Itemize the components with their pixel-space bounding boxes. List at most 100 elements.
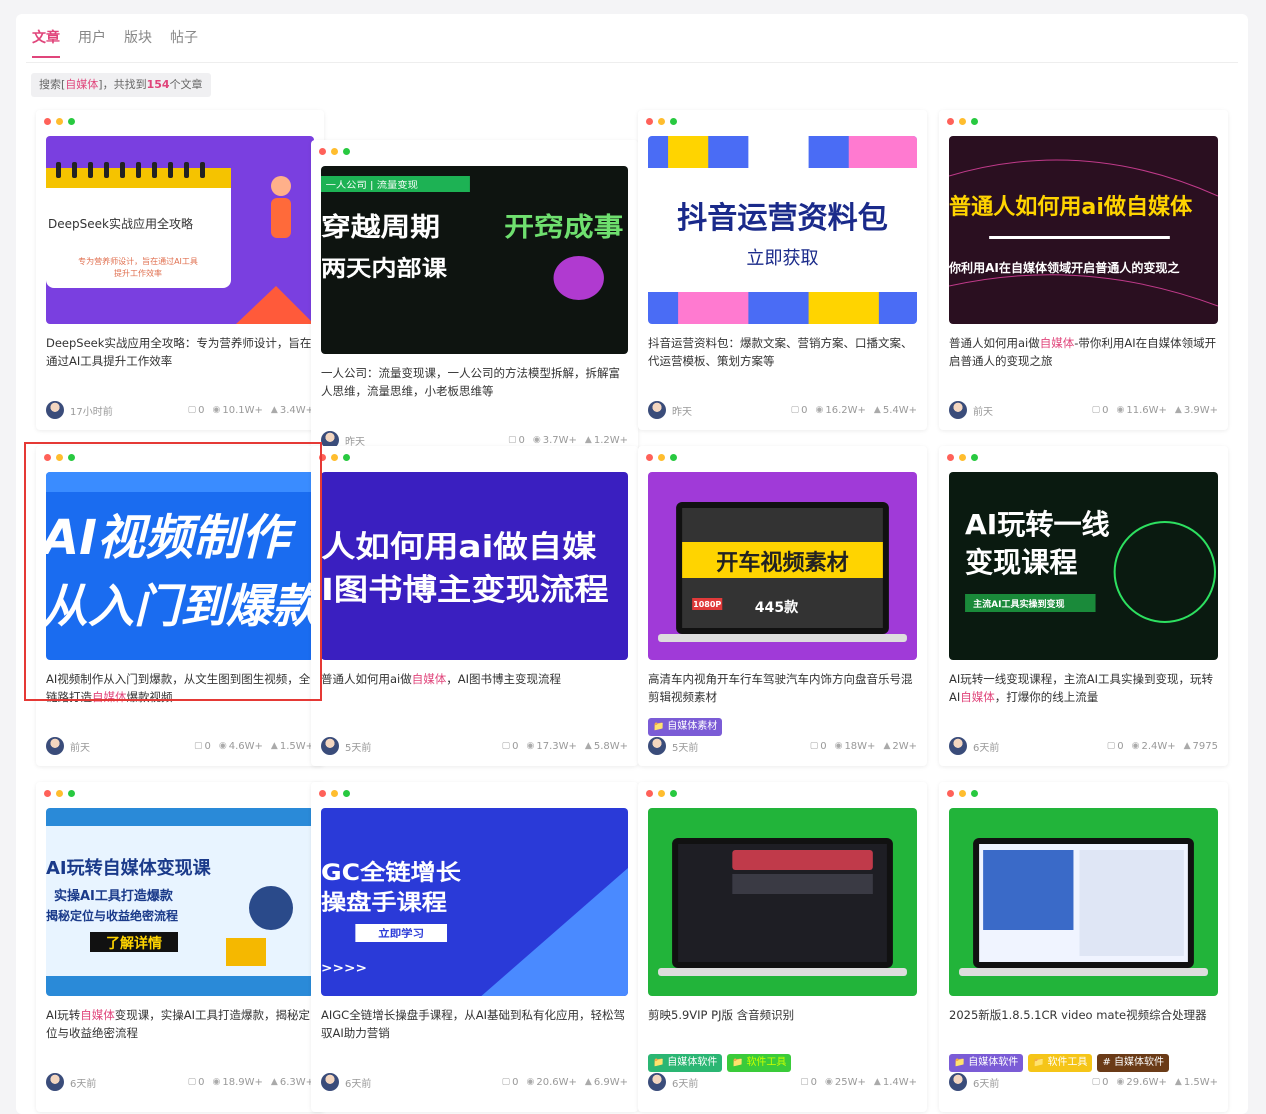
avatar[interactable] bbox=[648, 1073, 666, 1091]
view-count: ◉ 18W+ bbox=[834, 740, 876, 752]
thumb-up-icon: ▲ bbox=[270, 405, 278, 415]
article-card[interactable]: 人如何用ai做自媒 I图书博主变现流程 普通人如何用ai做自媒体，AI图书博主变现… bbox=[311, 446, 638, 766]
svg-text:一人公司 | 流量变现: 一人公司 | 流量变现 bbox=[326, 180, 419, 191]
stats: ▢ 0 ◉ 10.1W+ ▲ 3.4W+ bbox=[188, 405, 314, 416]
folder-icon: 📁 bbox=[954, 1058, 966, 1068]
avatar[interactable] bbox=[949, 1073, 967, 1091]
avatar[interactable] bbox=[648, 737, 666, 755]
article-title[interactable]: AI玩转一线变现课程，主流AI工具实操到变现，玩转AI自媒体，打爆你的线上流量 bbox=[949, 670, 1218, 706]
article-card[interactable]: AI玩转一线 变现课程 主流AI工具实操到变现 AI玩转一线变现课程，主流AI工具实… bbox=[939, 446, 1228, 766]
article-card[interactable]: 2025新版1.8.5.1CR video mate视频综合处理器 📁 自媒体软件… bbox=[939, 782, 1228, 1112]
category-tag[interactable]: 📁 自媒体软件 bbox=[949, 1054, 1024, 1072]
dot-red bbox=[947, 454, 954, 461]
stats: ▢ 0 ◉ 25W+ ▲ 1.4W+ bbox=[800, 1077, 917, 1088]
dot-green bbox=[670, 118, 677, 125]
dot-green bbox=[343, 148, 350, 155]
stats: ▢ 0 ◉ 11.6W+ ▲ 3.9W+ bbox=[1092, 405, 1218, 416]
like-count: ▲ 6.9W+ bbox=[584, 1076, 628, 1088]
article-title[interactable]: 抖音运营资料包：爆款文案、营销方案、口播文案、代运营模板、策划方案等 bbox=[648, 334, 917, 370]
thumb-up-icon: ▲ bbox=[873, 405, 881, 415]
category-tag[interactable]: 📁 自媒体素材 bbox=[648, 718, 723, 736]
article-card[interactable]: 剪映5.9VIP PJ版 含音频识别 📁 自媒体软件 📁 软件工具 6天前 ▢ 0 ◉ 2… bbox=[638, 782, 927, 1112]
comment-icon: ▢ bbox=[800, 1077, 809, 1087]
window-dots bbox=[646, 118, 677, 125]
article-card[interactable]: AI视频制作 从入门到爆款 AI视频制作从入门到爆款，从文生图到图生视频，全链路打… bbox=[36, 446, 324, 766]
article-thumbnail[interactable]: 抖音运营资料包 立即获取 bbox=[648, 136, 917, 324]
article-title[interactable]: AI视频制作从入门到爆款，从文生图到图生视频，全链路打造自媒体爆款视频 bbox=[46, 670, 314, 706]
tag-list: 📁 自媒体软件 📁 软件工具 # 自媒体软件 bbox=[949, 1054, 1169, 1072]
eye-icon: ◉ bbox=[825, 1077, 833, 1087]
article-card[interactable]: 抖音运营资料包 立即获取 抖音运营资料包：爆款文案、营销方案、口播文案、代运营模板… bbox=[638, 110, 927, 430]
svg-text:操盘手课程: 操盘手课程 bbox=[321, 890, 447, 916]
tab-posts[interactable]: 帖子 bbox=[170, 28, 198, 58]
window-dots bbox=[319, 790, 350, 797]
article-title[interactable]: 2025新版1.8.5.1CR video mate视频综合处理器 bbox=[949, 1006, 1218, 1024]
article-title[interactable]: 高清车内视角开车行车驾驶汽车内饰方向盘音乐号混剪辑视频素材 bbox=[648, 670, 917, 706]
article-thumbnail[interactable]: AI玩转自媒体变现课 实操AI工具打造爆款 揭秘定位与收益绝密流程 了解详情 bbox=[46, 808, 314, 996]
tag-list: 📁 自媒体素材 bbox=[648, 718, 723, 736]
article-card[interactable]: GC全链增长 操盘手课程 立即学习 >>>> AIGC全链增长操盘手课程，从AI基础到… bbox=[311, 782, 638, 1112]
dot-yellow bbox=[56, 790, 63, 797]
window-dots bbox=[646, 454, 677, 461]
article-title[interactable]: DeepSeek实战应用全攻略：专为营养师设计，旨在通过AI工具提升工作效率 bbox=[46, 334, 314, 370]
category-tag[interactable]: 📁 软件工具 bbox=[1028, 1054, 1093, 1072]
svg-text:>>>>: >>>> bbox=[321, 962, 367, 976]
avatar[interactable] bbox=[46, 737, 64, 755]
category-tag[interactable]: # 自媒体软件 bbox=[1097, 1054, 1169, 1072]
article-card[interactable]: 普通人如何用ai做自媒体 你利用AI在自媒体领域开启普通人的变现之 普通人如何用a… bbox=[939, 110, 1228, 430]
svg-text:你利用AI在自媒体领域开启普通人的变现之: 你利用AI在自媒体领域开启普通人的变现之 bbox=[949, 260, 1179, 275]
stats: ▢ 0 ◉ 4.6W+ ▲ 1.5W+ bbox=[194, 741, 314, 752]
eye-icon: ◉ bbox=[218, 741, 227, 751]
comment-icon: ▢ bbox=[187, 1077, 197, 1087]
tab-users[interactable]: 用户 bbox=[78, 28, 106, 58]
tab-articles[interactable]: 文章 bbox=[32, 28, 60, 58]
dot-yellow bbox=[959, 454, 966, 461]
comment-count: ▢ 0 bbox=[193, 740, 211, 752]
dot-yellow bbox=[331, 454, 338, 461]
article-card[interactable]: 一人公司 | 流量变现 穿越周期 开窍成事 两天内部课 一人公司：流量变现课，一人公司… bbox=[311, 140, 638, 460]
tab-divider bbox=[26, 62, 1238, 63]
svg-text:立即获取: 立即获取 bbox=[746, 248, 818, 269]
like-count: ▲ 5.4W+ bbox=[873, 404, 917, 416]
tab-sections[interactable]: 版块 bbox=[124, 28, 152, 58]
article-thumbnail[interactable]: 开车视频素材 445款 1080P bbox=[648, 472, 917, 660]
article-thumbnail[interactable]: GC全链增长 操盘手课程 立即学习 >>>> bbox=[321, 808, 628, 996]
stats: ▢ 0 ◉ 20.6W+ ▲ 6.9W+ bbox=[502, 1077, 628, 1088]
svg-text:提升工作效率: 提升工作效率 bbox=[114, 268, 162, 278]
avatar[interactable] bbox=[949, 737, 967, 755]
avatar[interactable] bbox=[321, 1073, 339, 1091]
article-thumbnail[interactable]: 一人公司 | 流量变现 穿越周期 开窍成事 两天内部课 bbox=[321, 166, 628, 354]
post-time: 前天 bbox=[70, 742, 90, 754]
article-card[interactable]: DeepSeek实战应用全攻略 专为营养师设计，旨在通过AI工具 提升工作效率 De… bbox=[36, 110, 324, 430]
post-time: 6天前 bbox=[973, 1078, 1000, 1090]
article-thumbnail[interactable]: AI玩转一线 变现课程 主流AI工具实操到变现 bbox=[949, 472, 1218, 660]
category-tag[interactable]: 📁 自媒体软件 bbox=[648, 1054, 723, 1072]
article-thumbnail[interactable] bbox=[949, 808, 1218, 996]
article-thumbnail[interactable]: AI视频制作 从入门到爆款 bbox=[46, 472, 314, 660]
like-count: ▲ 1.5W+ bbox=[1174, 1076, 1218, 1088]
article-title[interactable]: AI玩转自媒体变现课，实操AI工具打造爆款，揭秘定位与收益绝密流程 bbox=[46, 1006, 314, 1042]
article-thumbnail[interactable]: 人如何用ai做自媒 I图书博主变现流程 bbox=[321, 472, 628, 660]
dot-red bbox=[646, 118, 653, 125]
avatar[interactable] bbox=[949, 401, 967, 419]
view-count: ◉ 2.4W+ bbox=[1131, 740, 1176, 752]
article-title[interactable]: 普通人如何用ai做自媒体，AI图书博主变现流程 bbox=[321, 670, 628, 688]
window-dots bbox=[319, 454, 350, 461]
article-card[interactable]: 开车视频素材 445款 1080P 高清车内视角开车行车驾驶汽车内饰方向盘音乐号混剪… bbox=[638, 446, 927, 766]
avatar[interactable] bbox=[46, 1073, 64, 1091]
article-title[interactable]: 剪映5.9VIP PJ版 含音频识别 bbox=[648, 1006, 917, 1024]
folder-icon: 📁 bbox=[653, 1058, 665, 1068]
avatar[interactable] bbox=[648, 401, 666, 419]
avatar[interactable] bbox=[46, 401, 64, 419]
article-card[interactable]: AI玩转自媒体变现课 实操AI工具打造爆款 揭秘定位与收益绝密流程 了解详情 AI玩转… bbox=[36, 782, 324, 1112]
article-title[interactable]: AIGC全链增长操盘手课程，从AI基础到私有化应用，轻松驾驭AI助力营销 bbox=[321, 1006, 628, 1042]
comment-count: ▢ 0 bbox=[790, 404, 808, 416]
article-thumbnail[interactable] bbox=[648, 808, 917, 996]
article-title[interactable]: 普通人如何用ai做自媒体-带你利用AI在自媒体领域开启普通人的变现之旅 bbox=[949, 334, 1218, 370]
thumb-up-icon: ▲ bbox=[1174, 405, 1182, 415]
article-thumbnail[interactable]: DeepSeek实战应用全攻略 专为营养师设计，旨在通过AI工具 提升工作效率 bbox=[46, 136, 314, 324]
avatar[interactable] bbox=[321, 737, 339, 755]
category-tag[interactable]: 📁 软件工具 bbox=[727, 1054, 792, 1072]
article-thumbnail[interactable]: 普通人如何用ai做自媒体 你利用AI在自媒体领域开启普通人的变现之 bbox=[949, 136, 1218, 324]
article-title[interactable]: 一人公司：流量变现课，一人公司的方法模型拆解，拆解富人思维，流量思维，小老板思维… bbox=[321, 364, 628, 400]
